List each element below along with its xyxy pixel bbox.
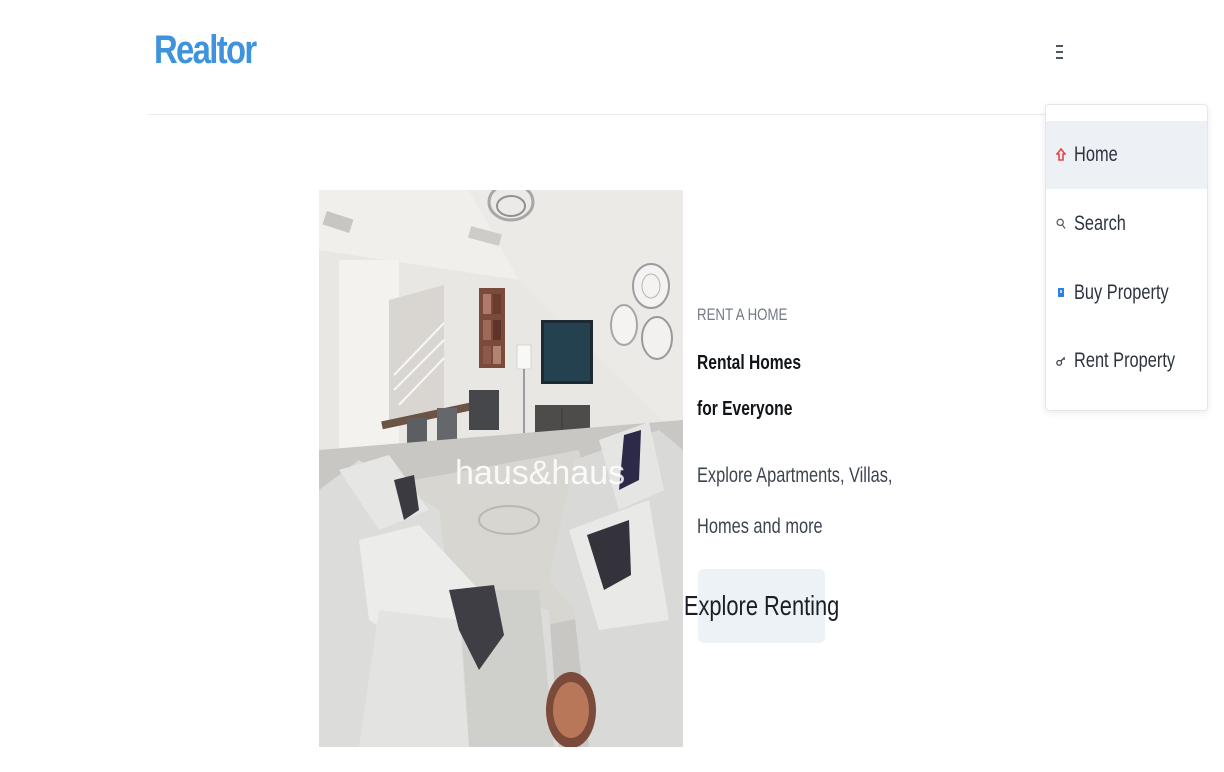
living-room-photo: haus&haus: [319, 190, 683, 747]
hamburger-icon[interactable]: [1050, 42, 1068, 62]
brand-logo[interactable]: Realtor: [154, 30, 257, 70]
hero-description: Explore Apartments, Villas, Homes and mo…: [697, 464, 893, 538]
nav-dropdown-menu: Home Search Buy Property Rent Property: [1045, 104, 1208, 411]
menu-item-search[interactable]: Search: [1046, 190, 1207, 258]
menu-item-label: Home: [1074, 143, 1118, 166]
page: Realtor Home Search Buy Property Rent Pr…: [0, 0, 1224, 772]
home-icon: [1056, 148, 1066, 162]
menu-item-label: Search: [1074, 212, 1126, 235]
search-icon: [1056, 217, 1066, 231]
explore-renting-label: Explore Renting: [683, 590, 840, 621]
menu-item-buy-property[interactable]: Buy Property: [1046, 259, 1207, 327]
living-room-illustration: haus&haus: [319, 190, 683, 747]
explore-renting-button[interactable]: Explore Renting: [684, 569, 839, 643]
bookmark-icon: [1056, 286, 1066, 300]
menu-item-rent-property[interactable]: Rent Property: [1046, 327, 1207, 395]
menu-item-label: Buy Property: [1074, 281, 1169, 304]
menu-item-home[interactable]: Home: [1046, 121, 1207, 189]
hero-title: Rental Homes for Everyone: [697, 352, 802, 420]
navbar: Realtor: [148, 0, 1076, 115]
hero-eyebrow: RENT A HOME: [697, 305, 788, 324]
menu-item-label: Rent Property: [1074, 349, 1176, 372]
key-icon: [1056, 354, 1066, 368]
watermark-text: haus&haus: [455, 454, 625, 492]
